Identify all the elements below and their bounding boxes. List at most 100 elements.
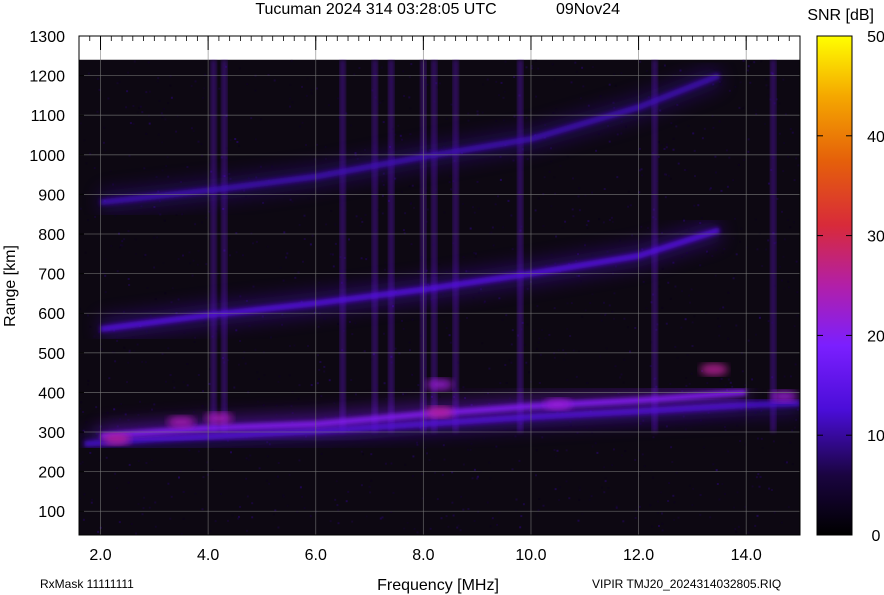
noise-pixel [660, 491, 663, 494]
noise-pixel [586, 226, 589, 229]
noise-pixel [575, 70, 578, 73]
noise-pixel [523, 344, 526, 346]
noise-pixel [735, 253, 738, 256]
noise-pixel [473, 468, 476, 471]
noise-pixel [735, 324, 738, 327]
noise-pixel [285, 256, 288, 259]
noise-pixel [667, 174, 670, 177]
noise-pixel [219, 300, 222, 303]
noise-pixel [591, 66, 594, 68]
noise-pixel [310, 89, 313, 92]
noise-pixel [536, 305, 539, 308]
noise-pixel [537, 197, 540, 200]
noise-pixel [110, 245, 113, 247]
noise-pixel [464, 397, 467, 400]
noise-pixel [134, 238, 137, 241]
noise-pixel [289, 83, 292, 86]
rxmask-label: RxMask 11111111 [40, 577, 134, 591]
noise-pixel [634, 327, 637, 329]
noise-pixel [383, 332, 385, 335]
noise-pixel [121, 244, 124, 247]
noise-pixel [186, 384, 189, 387]
noise-pixel [767, 320, 770, 323]
noise-pixel [154, 525, 157, 528]
x-tick-label: 4.0 [197, 547, 219, 564]
noise-pixel [458, 320, 461, 322]
noise-pixel [363, 148, 366, 151]
noise-pixel [130, 523, 133, 525]
noise-pixel [145, 91, 148, 94]
noise-pixel [132, 105, 135, 107]
noise-pixel [697, 204, 700, 207]
noise-pixel [186, 363, 189, 365]
noise-pixel [381, 516, 384, 519]
noise-pixel [126, 90, 129, 93]
noise-pixel [656, 500, 659, 503]
noise-pixel [230, 451, 232, 454]
noise-pixel [315, 87, 318, 90]
noise-pixel [402, 229, 405, 232]
noise-pixel [511, 248, 514, 251]
noise-pixel [579, 97, 582, 100]
noise-pixel [317, 354, 319, 357]
noise-pixel [755, 476, 758, 479]
noise-pixel [311, 234, 314, 237]
noise-pixel [244, 362, 247, 365]
noise-pixel [600, 319, 603, 322]
noise-pixel [535, 449, 538, 452]
noise-pixel [526, 323, 529, 326]
noise-pixel [411, 318, 414, 321]
colorbar-tick-label: 40 [867, 129, 884, 146]
noise-pixel [473, 211, 476, 214]
noise-pixel [677, 162, 680, 165]
noise-pixel [498, 511, 501, 514]
noise-pixel [765, 248, 768, 251]
noise-pixel [690, 288, 693, 291]
noise-pixel [197, 374, 200, 376]
noise-pixel [535, 95, 538, 98]
noise-pixel [268, 482, 271, 485]
noise-pixel [90, 501, 93, 504]
noise-pixel [566, 155, 569, 158]
noise-pixel [721, 483, 724, 485]
noise-pixel [153, 236, 155, 239]
noise-pixel [413, 527, 416, 530]
noise-pixel [718, 498, 721, 501]
noise-pixel [282, 279, 285, 282]
noise-pixel [82, 429, 85, 432]
noise-pixel [590, 495, 593, 498]
noise-pixel [712, 463, 715, 466]
noise-pixel [405, 393, 408, 395]
noise-pixel [301, 85, 303, 88]
noise-pixel [691, 504, 694, 506]
noise-pixel [79, 462, 82, 465]
noise-pixel [254, 138, 257, 141]
noise-pixel [170, 495, 173, 498]
noise-pixel [541, 436, 544, 439]
noise-pixel [470, 442, 473, 445]
noise-pixel [201, 404, 204, 407]
noise-pixel [289, 198, 292, 201]
noise-pixel [765, 78, 768, 81]
interference-band [452, 59, 459, 433]
noise-pixel [266, 455, 269, 458]
noise-pixel [416, 531, 419, 534]
noise-pixel [259, 165, 262, 168]
noise-pixel [161, 141, 164, 144]
noise-pixel [246, 495, 249, 498]
noise-pixel [83, 493, 86, 496]
noise-pixel [390, 462, 393, 465]
noise-pixel [394, 133, 397, 136]
noise-pixel [591, 191, 594, 194]
noise-pixel [360, 257, 363, 260]
noise-pixel [757, 473, 760, 476]
noise-pixel [440, 517, 443, 520]
noise-pixel [621, 454, 623, 457]
y-axis-label: Range [km] [2, 245, 19, 327]
noise-pixel [673, 501, 676, 504]
noise-pixel [709, 187, 712, 190]
noise-pixel [416, 443, 419, 446]
noise-pixel [734, 85, 737, 88]
noise-pixel [144, 361, 147, 364]
noise-pixel [683, 169, 686, 171]
